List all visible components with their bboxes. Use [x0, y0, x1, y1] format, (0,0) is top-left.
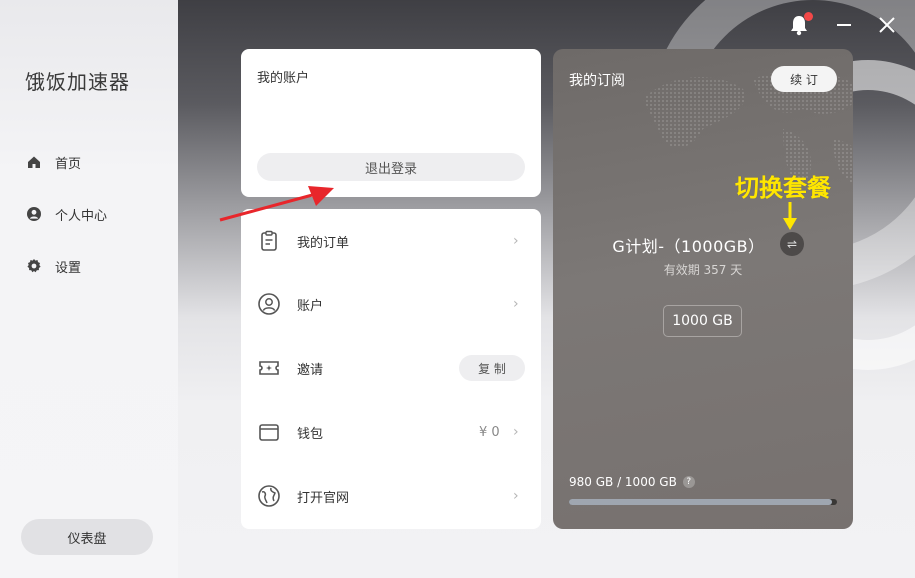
- menu-item-label: 我的订单: [297, 235, 350, 251]
- sidebar-item-home[interactable]: 首页: [26, 151, 81, 173]
- account-title: 我的账户: [257, 71, 310, 86]
- switch-plan-icon[interactable]: ⇌: [780, 232, 804, 256]
- menu-item-website[interactable]: 打开官网 ›: [241, 474, 541, 518]
- menu-item-label: 钱包: [297, 426, 324, 442]
- close-icon[interactable]: [878, 16, 896, 34]
- menu-card: 我的订单 › 账户 › 邀请 复 制 钱包 ¥ 0 › 打开官网 ›: [241, 209, 541, 529]
- sidebar-item-label: 设置: [55, 260, 82, 276]
- menu-item-wallet[interactable]: 钱包 ¥ 0 ›: [241, 410, 541, 454]
- wallet-balance: ¥ 0: [479, 424, 500, 440]
- chevron-right-icon: ›: [513, 424, 519, 440]
- dashboard-button[interactable]: 仪表盘: [21, 519, 153, 555]
- account-card: 我的账户 退出登录: [241, 49, 541, 197]
- plan-name: G计划-（1000GB）: [612, 237, 765, 256]
- sidebar-item-profile[interactable]: 个人中心: [26, 203, 107, 225]
- subscription-card: 我的订阅 续 订 G计划-（1000GB） ⇌ 有效期 357 天 1000 G…: [553, 49, 853, 529]
- renew-button[interactable]: 续 订: [771, 66, 837, 92]
- red-arrow-icon: [219, 186, 334, 222]
- usage-text: 980 GB / 1000 GB: [569, 475, 677, 489]
- notification-dot: [804, 12, 813, 21]
- menu-item-label: 账户: [297, 298, 324, 314]
- quota-badge: 1000 GB: [663, 305, 742, 337]
- chevron-right-icon: ›: [513, 488, 519, 504]
- chevron-right-icon: ›: [513, 233, 519, 249]
- ticket-icon: [257, 356, 281, 380]
- subscription-title: 我的订阅: [569, 73, 625, 89]
- gear-icon: [26, 258, 42, 274]
- usage-progress-fill: [569, 499, 832, 505]
- chevron-right-icon: ›: [513, 296, 519, 312]
- home-icon: [26, 154, 42, 170]
- clipboard-icon: [257, 229, 281, 253]
- yellow-arrow-down-icon: [783, 202, 797, 230]
- wallet-icon: [257, 420, 281, 444]
- menu-item-label: 打开官网: [297, 490, 350, 506]
- help-icon[interactable]: ?: [682, 476, 695, 488]
- sidebar-item-settings[interactable]: 设置: [26, 255, 81, 277]
- menu-item-label: 邀请: [297, 362, 324, 378]
- usage-progress-bar: [569, 499, 837, 505]
- sidebar-item-label: 个人中心: [55, 208, 108, 224]
- copy-invite-button[interactable]: 复 制: [459, 355, 525, 381]
- usage-readout: 980 GB / 1000 GB ?: [569, 475, 695, 489]
- menu-item-account[interactable]: 账户 ›: [241, 282, 541, 326]
- user-circle-icon: [257, 292, 281, 316]
- minimize-icon[interactable]: [836, 16, 852, 32]
- globe-icon: [257, 484, 281, 508]
- sidebar-item-label: 首页: [55, 156, 82, 172]
- app-title: 饿饭加速器: [25, 70, 130, 94]
- sidebar: 饿饭加速器 首页 个人中心 设置 仪表盘: [0, 0, 178, 578]
- logout-button[interactable]: 退出登录: [257, 153, 525, 181]
- menu-item-orders[interactable]: 我的订单 ›: [241, 219, 541, 263]
- user-icon: [26, 206, 42, 222]
- menu-item-invite: 邀请 复 制: [241, 346, 541, 390]
- plan-validity: 有效期 357 天: [663, 263, 743, 277]
- switch-plan-annotation: 切换套餐: [735, 174, 831, 202]
